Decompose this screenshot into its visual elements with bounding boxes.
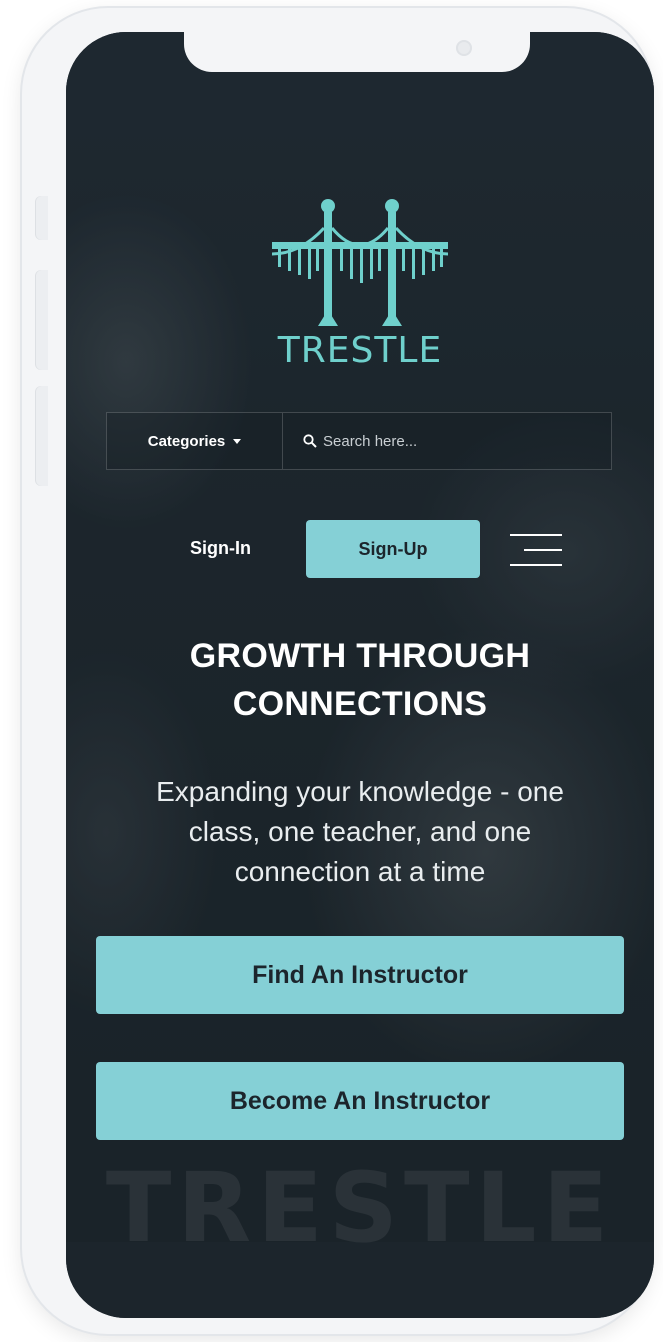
menu-line: [524, 549, 562, 551]
sign-up-button[interactable]: Sign-Up: [306, 520, 480, 578]
headline-line-1: GROWTH THROUGH: [189, 637, 531, 675]
menu-line: [510, 534, 562, 536]
categories-label: Categories: [147, 432, 226, 450]
app-screen: TRESTLE Categories Sign-In Sign-Up GROWT…: [66, 32, 654, 1318]
bridge-logo-icon: [272, 199, 448, 326]
menu-line: [510, 564, 562, 566]
hero-headline: GROWTH THROUGH CONNECTIONS: [86, 632, 634, 728]
phone-notch: [184, 32, 530, 72]
search-input[interactable]: [323, 432, 563, 450]
search-bar: Categories: [106, 412, 612, 470]
categories-dropdown[interactable]: Categories: [107, 413, 283, 469]
subtext-line-2: class, one teacher, and one: [188, 816, 532, 847]
headline-line-2: CONNECTIONS: [232, 685, 488, 723]
sign-in-link[interactable]: Sign-In: [190, 538, 251, 559]
brand-wordmark: TRESTLE: [277, 330, 443, 371]
camera-icon: [456, 40, 472, 56]
auth-nav: Sign-In Sign-Up: [66, 520, 654, 580]
mute-switch: [36, 196, 48, 240]
volume-down-button: [36, 386, 48, 486]
hamburger-icon[interactable]: [510, 532, 562, 568]
find-instructor-button[interactable]: Find An Instructor: [96, 936, 624, 1014]
subtext-line-1: Expanding your knowledge - one: [156, 776, 564, 807]
volume-up-button: [36, 270, 48, 370]
become-instructor-button[interactable]: Become An Instructor: [96, 1062, 624, 1140]
brand-watermark: TRESTLE: [105, 1152, 615, 1264]
search-icon: [303, 434, 317, 448]
chevron-down-icon: [233, 438, 242, 444]
search-field[interactable]: [283, 413, 611, 469]
hero-subtext: Expanding your knowledge - one class, on…: [94, 772, 626, 892]
trestle-logo[interactable]: TRESTLE: [272, 192, 448, 372]
subtext-line-3: connection at a time: [234, 856, 486, 887]
